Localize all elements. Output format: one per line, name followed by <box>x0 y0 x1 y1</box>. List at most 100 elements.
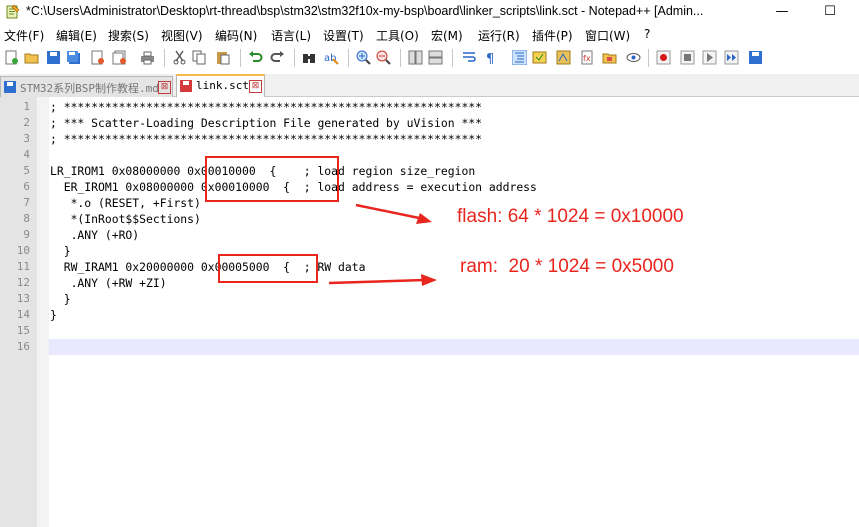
line-number: 1 <box>23 100 30 113</box>
line-number: 2 <box>23 116 30 129</box>
play-macro-icon[interactable] <box>702 50 717 65</box>
toolbar-separator <box>648 49 649 67</box>
title-bar: *C:\Users\Administrator\Desktop\rt-threa… <box>0 0 859 24</box>
toolbar: ab ¶ fx <box>0 46 859 70</box>
saved-file-icon <box>4 81 16 93</box>
find-icon[interactable] <box>302 50 317 65</box>
menu-file[interactable]: 文件(F) <box>4 27 44 44</box>
toolbar-separator <box>452 49 453 67</box>
menu-edit[interactable]: 编辑(E) <box>56 27 97 44</box>
flash-arrow <box>355 203 432 224</box>
menu-plugins[interactable]: 插件(P) <box>532 27 573 44</box>
new-file-icon[interactable] <box>4 50 19 65</box>
code-line[interactable]: } <box>50 243 71 259</box>
notepad-plus-plus-icon <box>6 4 20 19</box>
minimize-button[interactable]: — <box>770 2 794 22</box>
copy-icon[interactable] <box>192 50 207 65</box>
menu-search[interactable]: 搜索(S) <box>108 27 149 44</box>
tab-label: link.sct <box>196 79 249 92</box>
sync-horizontal-icon[interactable] <box>428 50 443 65</box>
line-number: 3 <box>23 132 30 145</box>
tab-close-button[interactable]: ⊠ <box>158 81 171 94</box>
run-macro-multiple-icon[interactable] <box>724 50 739 65</box>
indent-guide-icon[interactable] <box>512 50 527 65</box>
record-macro-icon[interactable] <box>656 50 671 65</box>
print-icon[interactable] <box>140 50 155 65</box>
replace-icon[interactable]: ab <box>324 50 339 65</box>
line-number: 10 <box>16 244 30 257</box>
save-icon[interactable] <box>46 50 61 65</box>
line-number: 6 <box>23 180 30 193</box>
undo-icon[interactable] <box>248 50 263 65</box>
flash-annotation: flash: 64 * 1024 = 0x10000 <box>457 206 684 227</box>
menu-tools[interactable]: 工具(O) <box>376 27 419 44</box>
tab-close-button[interactable]: ⊠ <box>249 80 262 93</box>
close-all-icon[interactable] <box>112 50 127 65</box>
stop-macro-icon[interactable] <box>680 50 695 65</box>
paste-icon[interactable] <box>216 50 231 65</box>
menu-run[interactable]: 运行(R) <box>478 27 520 44</box>
tab-label: STM32系列BSP制作教程.md <box>20 82 159 95</box>
line-number: 9 <box>23 228 30 241</box>
show-all-chars-icon[interactable]: ¶ <box>484 50 499 65</box>
ram-arrow <box>328 274 437 286</box>
toolbar-separator <box>400 49 401 67</box>
code-line[interactable]: RW_IRAM1 0x20000000 0x00005000 { ; RW da… <box>50 259 366 275</box>
line-number: 13 <box>16 292 30 305</box>
menu-macro[interactable]: 宏(M) <box>431 27 463 44</box>
cut-icon[interactable] <box>172 50 187 65</box>
svg-text:¶: ¶ <box>486 52 494 65</box>
menu-settings[interactable]: 设置(T) <box>323 27 364 44</box>
save-all-icon[interactable] <box>66 50 81 65</box>
code-line[interactable]: *.o (RESET, +First) <box>50 195 201 211</box>
unsaved-file-icon <box>180 80 192 92</box>
tab-stm32-bsp-tutorial[interactable]: STM32系列BSP制作教程.md ⊠ <box>0 76 173 97</box>
code-line[interactable]: } <box>50 291 71 307</box>
udl-icon[interactable] <box>532 50 547 65</box>
ram-size-highlight-box <box>218 254 318 283</box>
menu-bar: 文件(F) 编辑(E) 搜索(S) 视图(V) 编码(N) 语言(L) 设置(T… <box>0 26 859 46</box>
code-line[interactable]: ; **************************************… <box>50 99 482 115</box>
tab-link-sct[interactable]: link.sct ⊠ <box>176 74 265 98</box>
save-macro-icon[interactable] <box>748 50 763 65</box>
open-file-icon[interactable] <box>24 50 39 65</box>
editor[interactable]: 1 2 3 4 5 6 7 8 9 10 11 12 13 14 15 16 ;… <box>0 97 859 527</box>
menu-window[interactable]: 窗口(W) <box>585 27 630 44</box>
menu-encoding[interactable]: 编码(N) <box>215 27 257 44</box>
zoom-out-icon[interactable] <box>376 50 391 65</box>
folder-as-workspace-icon[interactable] <box>602 50 617 65</box>
svg-text:fx: fx <box>583 54 591 63</box>
fold-margin[interactable] <box>37 97 49 527</box>
line-number: 7 <box>23 196 30 209</box>
toolbar-separator <box>164 49 165 67</box>
line-number: 14 <box>16 308 30 321</box>
monitor-icon[interactable] <box>626 50 641 65</box>
code-line[interactable]: ; **************************************… <box>50 131 482 147</box>
function-list-icon[interactable]: fx <box>580 50 595 65</box>
toolbar-separator <box>240 49 241 67</box>
wrap-icon[interactable] <box>462 50 477 65</box>
sync-vertical-icon[interactable] <box>408 50 423 65</box>
current-line-highlight <box>49 339 859 355</box>
close-icon[interactable] <box>90 50 105 65</box>
zoom-in-icon[interactable] <box>356 50 371 65</box>
toolbar-separator <box>348 49 349 67</box>
tab-bar: STM32系列BSP制作教程.md ⊠ link.sct ⊠ <box>0 74 859 98</box>
menu-view[interactable]: 视图(V) <box>161 27 203 44</box>
menu-help[interactable]: ? <box>644 27 650 41</box>
line-number: 4 <box>23 148 30 161</box>
maximize-button[interactable]: ☐ <box>818 2 842 22</box>
code-line[interactable]: ; *** Scatter-Loading Description File g… <box>50 115 482 131</box>
doc-map-icon[interactable] <box>556 50 571 65</box>
toolbar-separator <box>294 49 295 67</box>
code-line[interactable]: .ANY (+RO) <box>50 227 140 243</box>
ram-annotation: ram: 20 * 1024 = 0x5000 <box>460 256 674 277</box>
redo-icon[interactable] <box>270 50 285 65</box>
line-number: 5 <box>23 164 30 177</box>
code-line[interactable]: } <box>50 307 57 323</box>
line-number: 11 <box>16 260 30 273</box>
menu-language[interactable]: 语言(L) <box>271 27 311 44</box>
line-number: 15 <box>16 324 30 337</box>
code-line[interactable]: .ANY (+RW +ZI) <box>50 275 167 291</box>
code-line[interactable]: *(InRoot$$Sections) <box>50 211 201 227</box>
